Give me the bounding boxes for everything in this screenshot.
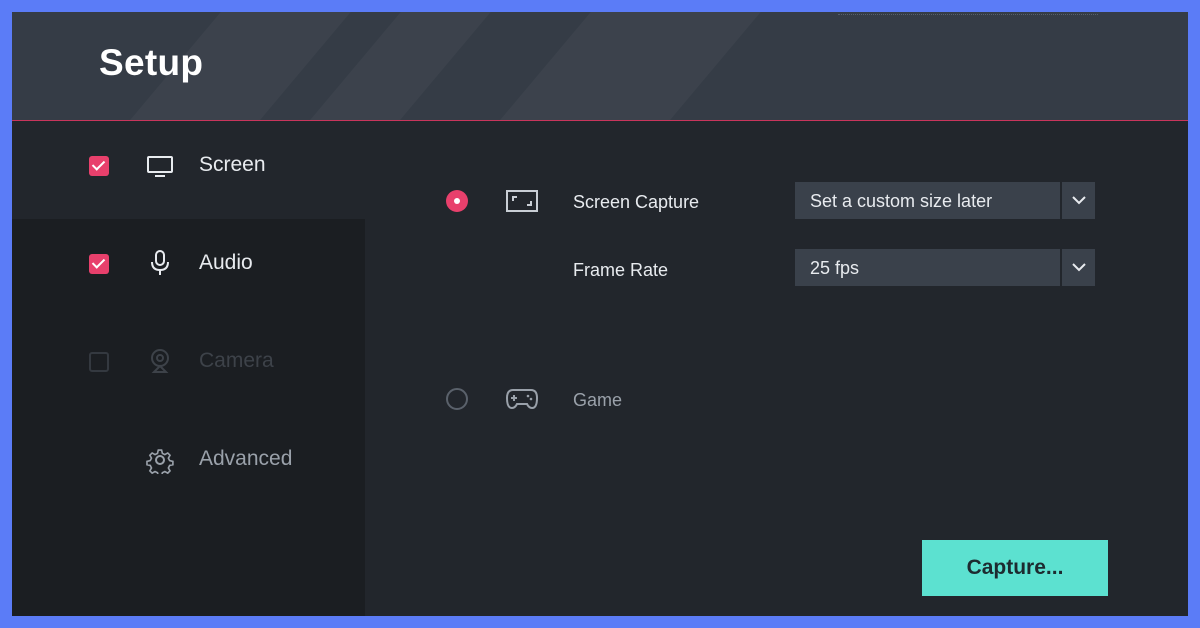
main-panel: Screen Capture Set a custom size later F…	[365, 121, 1188, 616]
page-title: Setup	[99, 42, 204, 83]
microphone-icon	[151, 250, 169, 275]
sidebar-item-camera[interactable]: Camera	[12, 317, 365, 415]
sidebar-item-label: Audio	[199, 251, 253, 274]
capture-button[interactable]: Capture...	[922, 540, 1108, 596]
capture-size-value: Set a custom size later	[810, 191, 993, 211]
game-label: Game	[573, 390, 623, 410]
sidebar-item-label: Advanced	[199, 447, 293, 470]
sidebar-item-label: Screen	[199, 153, 266, 176]
sidebar-item-advanced[interactable]: Advanced	[12, 415, 365, 513]
header-divider	[838, 12, 1098, 15]
chevron-down-icon	[1072, 263, 1086, 272]
gear-icon	[146, 449, 174, 474]
screen-capture-radio[interactable]	[446, 190, 468, 212]
fullscreen-icon	[506, 190, 538, 212]
screen-capture-label: Screen Capture	[573, 192, 700, 212]
sidebar-item-label: Camera	[199, 349, 274, 372]
webcam-icon	[151, 349, 169, 373]
frame-rate-value: 25 fps	[810, 258, 860, 278]
frame-rate-label: Frame Rate	[573, 260, 669, 280]
chevron-down-icon	[1072, 196, 1086, 205]
camera-checkbox[interactable]	[89, 352, 109, 372]
screen-checkbox[interactable]	[89, 156, 109, 176]
header-stripe	[423, 12, 811, 120]
app-window: Setup Screen Audio Camera Advanced Scree…	[12, 12, 1188, 616]
audio-checkbox[interactable]	[89, 254, 109, 274]
sidebar: Screen Audio Camera Advanced	[12, 121, 365, 616]
frame-rate-dropdown-button[interactable]	[1060, 249, 1095, 286]
sidebar-item-audio[interactable]: Audio	[12, 219, 365, 317]
capture-size-select[interactable]: Set a custom size later	[795, 182, 1095, 219]
gamepad-icon	[505, 389, 539, 410]
game-radio[interactable]	[446, 388, 468, 410]
sidebar-item-screen[interactable]: Screen	[12, 121, 365, 219]
frame-rate-select[interactable]: 25 fps	[795, 249, 1095, 286]
monitor-icon	[147, 156, 173, 177]
capture-size-dropdown-button[interactable]	[1060, 182, 1095, 219]
header: Setup	[12, 12, 1188, 121]
